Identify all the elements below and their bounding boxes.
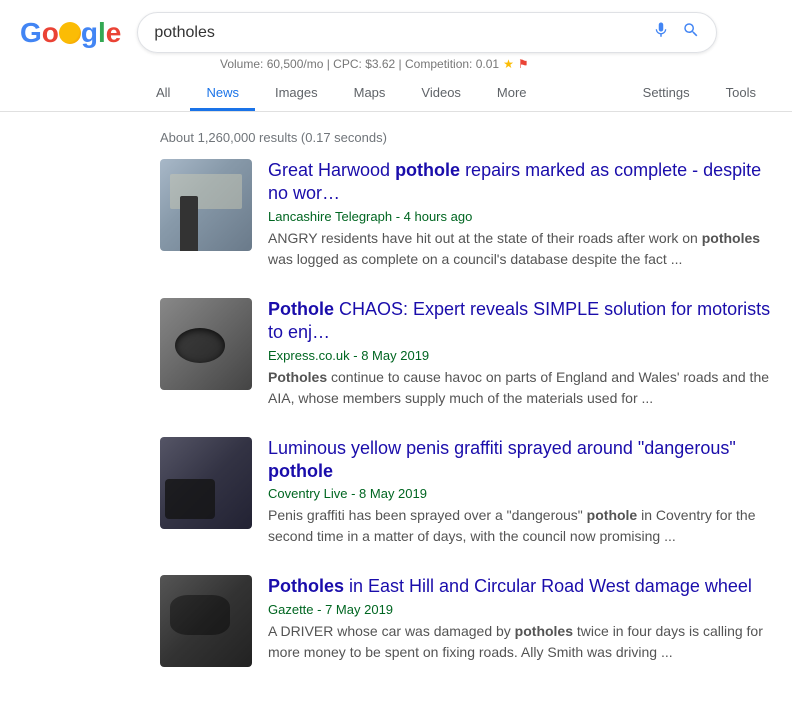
- result-source-4: Gazette - 7 May 2019: [268, 602, 772, 617]
- logo-cookie-icon: [59, 22, 81, 44]
- tab-tools[interactable]: Tools: [710, 77, 772, 111]
- result-title-prefix-3: Luminous yellow penis graffiti sprayed a…: [268, 438, 736, 458]
- tab-all[interactable]: All: [140, 77, 186, 111]
- result-snippet-4: A DRIVER whose car was damaged by pothol…: [268, 621, 772, 663]
- nav-right: Settings Tools: [627, 77, 772, 111]
- tab-news[interactable]: News: [190, 77, 255, 111]
- result-source-2: Express.co.uk - 8 May 2019: [268, 348, 772, 363]
- search-input[interactable]: [154, 24, 644, 42]
- result-item: Potholes in East Hill and Circular Road …: [160, 575, 772, 667]
- result-title-bold-4: Potholes: [268, 576, 344, 596]
- result-snippet-1: ANGRY residents have hit out at the stat…: [268, 228, 772, 270]
- logo-letter-g: G: [20, 17, 42, 48]
- result-source-1: Lancashire Telegraph - 4 hours ago: [268, 209, 772, 224]
- result-snippet-3: Penis graffiti has been sprayed over a "…: [268, 505, 772, 547]
- logo-letter-e: e: [106, 17, 122, 48]
- result-title-suffix-4: in East Hill and Circular Road West dama…: [344, 576, 752, 596]
- volume-text: Volume: 60,500/mo | CPC: $3.62 | Competi…: [220, 57, 499, 71]
- result-title-bold-1: pothole: [395, 160, 460, 180]
- search-bar-wrapper: [137, 12, 717, 53]
- results-area: About 1,260,000 results (0.17 seconds) G…: [0, 112, 792, 705]
- result-title-suffix-2: CHAOS: Expert reveals SIMPLE solution fo…: [268, 299, 770, 342]
- result-snippet-2: Potholes continue to cause havoc on part…: [268, 367, 772, 409]
- result-title-bold-2: Pothole: [268, 299, 334, 319]
- search-icons: [652, 21, 700, 44]
- volume-info: Volume: 60,500/mo | CPC: $3.62 | Competi…: [0, 53, 792, 71]
- result-title-prefix-1: Great Harwood: [268, 160, 395, 180]
- tab-settings[interactable]: Settings: [627, 77, 706, 111]
- tab-images[interactable]: Images: [259, 77, 334, 111]
- result-thumbnail-1: [160, 159, 252, 251]
- result-content-4: Potholes in East Hill and Circular Road …: [268, 575, 772, 667]
- logo-letter-g2: g: [81, 17, 98, 48]
- result-title-4[interactable]: Potholes in East Hill and Circular Road …: [268, 575, 772, 598]
- result-title-1[interactable]: Great Harwood pothole repairs marked as …: [268, 159, 772, 206]
- result-title-2[interactable]: Pothole CHAOS: Expert reveals SIMPLE sol…: [268, 298, 772, 345]
- flag-icon: ⚑: [518, 57, 529, 71]
- result-title-bold-3: pothole: [268, 461, 333, 481]
- result-title-3[interactable]: Luminous yellow penis graffiti sprayed a…: [268, 437, 772, 484]
- search-bar: [137, 12, 717, 53]
- star-icon: ★: [503, 57, 514, 71]
- result-item: Great Harwood pothole repairs marked as …: [160, 159, 772, 270]
- result-content-2: Pothole CHAOS: Expert reveals SIMPLE sol…: [268, 298, 772, 409]
- result-thumbnail-2: [160, 298, 252, 390]
- result-thumbnail-3: [160, 437, 252, 529]
- result-source-3: Coventry Live - 8 May 2019: [268, 486, 772, 501]
- logo-letter-o1: o: [42, 17, 59, 48]
- search-icon[interactable]: [682, 21, 700, 44]
- google-logo[interactable]: Gogle: [20, 17, 121, 49]
- header: Gogle: [0, 0, 792, 53]
- results-count: About 1,260,000 results (0.17 seconds): [160, 122, 772, 159]
- nav-tabs: All News Images Maps Videos More Setting…: [0, 71, 792, 112]
- tab-videos[interactable]: Videos: [405, 77, 477, 111]
- result-item: Pothole CHAOS: Expert reveals SIMPLE sol…: [160, 298, 772, 409]
- result-content-1: Great Harwood pothole repairs marked as …: [268, 159, 772, 270]
- result-item: Luminous yellow penis graffiti sprayed a…: [160, 437, 772, 548]
- tab-maps[interactable]: Maps: [338, 77, 402, 111]
- result-thumbnail-4: [160, 575, 252, 667]
- result-content-3: Luminous yellow penis graffiti sprayed a…: [268, 437, 772, 548]
- microphone-icon[interactable]: [652, 21, 670, 44]
- logo-letter-l: l: [98, 17, 106, 48]
- tab-more[interactable]: More: [481, 77, 543, 111]
